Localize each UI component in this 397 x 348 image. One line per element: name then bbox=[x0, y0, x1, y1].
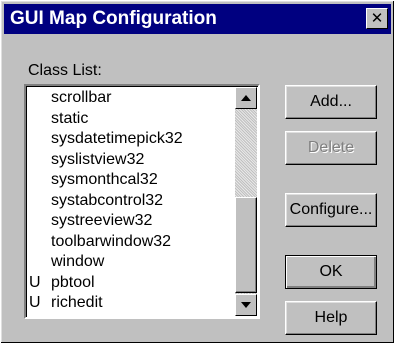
list-item-label: static bbox=[51, 109, 89, 127]
list-item[interactable]: window bbox=[29, 252, 231, 273]
scroll-up-button[interactable] bbox=[235, 87, 257, 109]
arrow-down-icon bbox=[241, 302, 251, 308]
list-item[interactable]: toolbarwindow32 bbox=[29, 232, 231, 253]
list-item-label: scrollbar bbox=[51, 89, 112, 106]
class-list-label: Class List: bbox=[28, 62, 102, 79]
list-item-label: sysmonthcal32 bbox=[51, 171, 158, 188]
gui-map-configuration-dialog: GUI Map Configuration ✕ Class List: scro… bbox=[0, 0, 395, 344]
list-item-label: sysdatetimepick32 bbox=[51, 130, 183, 147]
list-item[interactable]: Urichedit bbox=[29, 293, 231, 314]
delete-button[interactable]: Delete bbox=[285, 131, 377, 165]
list-item-label: pbtool bbox=[51, 273, 95, 291]
list-item-flag: U bbox=[29, 294, 41, 311]
close-button[interactable]: ✕ bbox=[366, 8, 388, 29]
class-list-items: scrollbar static sysdatetimepick32 syslistv… bbox=[29, 88, 231, 314]
list-item[interactable]: sysmonthcal32 bbox=[29, 170, 231, 191]
list-item-label: syslistview32 bbox=[51, 150, 145, 168]
close-icon: ✕ bbox=[370, 9, 384, 27]
list-item-flag: U bbox=[29, 273, 41, 291]
list-item[interactable]: syslistview32 bbox=[29, 150, 231, 171]
list-item[interactable]: systreeview32 bbox=[29, 211, 231, 232]
window-title: GUI Map Configuration bbox=[10, 8, 217, 29]
list-item-label: window bbox=[51, 253, 105, 270]
scroll-down-button[interactable] bbox=[235, 294, 257, 316]
vertical-scrollbar[interactable] bbox=[235, 87, 257, 316]
list-item-label: systabcontrol32 bbox=[51, 191, 164, 209]
list-item[interactable]: scrollbar bbox=[29, 88, 231, 109]
list-item-label: toolbarwindow32 bbox=[51, 232, 172, 250]
arrow-up-icon bbox=[241, 95, 251, 101]
list-item[interactable]: systabcontrol32 bbox=[29, 191, 231, 212]
class-listbox[interactable]: scrollbar static sysdatetimepick32 syslistv… bbox=[24, 84, 260, 319]
add-button[interactable]: Add... bbox=[285, 85, 377, 119]
scroll-thumb[interactable] bbox=[235, 197, 257, 293]
list-item[interactable]: sysdatetimepick32 bbox=[29, 129, 231, 150]
title-bar: GUI Map Configuration ✕ bbox=[4, 4, 391, 34]
ok-button[interactable]: OK bbox=[285, 255, 377, 289]
list-item[interactable]: Upbtool bbox=[29, 273, 231, 294]
list-item[interactable]: static bbox=[29, 109, 231, 130]
help-button[interactable]: Help bbox=[285, 301, 377, 335]
list-item-label: systreeview32 bbox=[51, 212, 153, 229]
configure-button[interactable]: Configure... bbox=[285, 193, 377, 227]
list-item-label: richedit bbox=[51, 294, 103, 311]
